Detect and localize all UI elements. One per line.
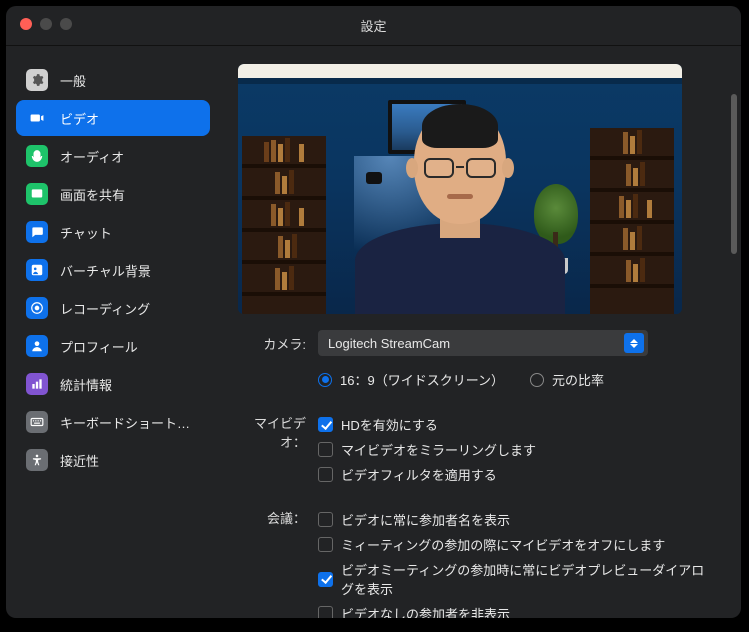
aspect-ratio-group: 16：9（ワイドスクリーン） 元の比率 — [318, 364, 717, 395]
aspect-ratio-option-1[interactable]: 元の比率 — [530, 370, 604, 389]
traffic-lights — [20, 18, 72, 30]
video-icon — [26, 107, 48, 129]
stats-icon — [26, 373, 48, 395]
checkbox-label: マイビデオをミラーリングします — [341, 440, 536, 459]
sidebar-item-1[interactable]: ビデオ — [16, 100, 210, 136]
meeting-options-option-1[interactable]: ミィーティングの参加の際にマイビデオをオフにします — [318, 535, 717, 554]
camera-select-value: Logitech StreamCam — [328, 336, 450, 351]
scrollbar-thumb[interactable] — [731, 94, 737, 254]
checkbox-label: ミィーティングの参加の際にマイビデオをオフにします — [341, 535, 665, 554]
meeting-label: 会議： — [238, 504, 318, 527]
sidebar-item-label: 一般 — [60, 71, 86, 90]
content-panel: カメラ: Logitech StreamCam 16：9（ワイドスクリーン） 元の… — [220, 46, 741, 618]
window-title: 設定 — [360, 16, 386, 35]
sidebar-item-10[interactable]: 接近性 — [16, 442, 210, 478]
titlebar: 設定 — [6, 6, 741, 46]
sidebar-item-4[interactable]: チャット — [16, 214, 210, 250]
checkbox-icon — [318, 512, 333, 527]
maximize-button[interactable] — [60, 18, 72, 30]
sidebar-item-label: ビデオ — [60, 109, 99, 128]
sidebar-item-label: 統計情報 — [60, 375, 112, 394]
camera-row: カメラ: Logitech StreamCam 16：9（ワイドスクリーン） 元の… — [238, 330, 717, 401]
meeting-options-option-2[interactable]: ビデオミーティングの参加時に常にビデオプレビューダイアログを表示 — [318, 560, 717, 598]
checkbox-icon — [318, 572, 333, 587]
meeting-row: 会議： ビデオに常に参加者名を表示ミィーティングの参加の際にマイビデオをオフにし… — [238, 504, 717, 618]
sidebar-item-8[interactable]: 統計情報 — [16, 366, 210, 402]
radio-label: 16：9（ワイドスクリーン） — [340, 370, 504, 389]
sidebar-item-label: 接近性 — [60, 451, 99, 470]
close-button[interactable] — [20, 18, 32, 30]
profile-icon — [26, 335, 48, 357]
sidebar-item-2[interactable]: オーディオ — [16, 138, 210, 174]
sidebar-item-7[interactable]: プロフィール — [16, 328, 210, 364]
sidebar-item-label: バーチャル背景 — [60, 261, 151, 280]
sidebar-item-label: プロフィール — [60, 337, 138, 356]
sidebar-item-6[interactable]: レコーディング — [16, 290, 210, 326]
updown-icon — [624, 333, 644, 353]
sidebar-item-label: 画面を共有 — [60, 185, 125, 204]
camera-label: カメラ: — [238, 330, 318, 353]
sidebar-item-label: チャット — [60, 223, 112, 242]
checkbox-label: ビデオに常に参加者名を表示 — [341, 510, 510, 529]
my-video-label: マイビデオ： — [238, 409, 318, 451]
my_video-options-option-2[interactable]: ビデオフィルタを適用する — [318, 465, 717, 484]
checkbox-icon — [318, 606, 333, 618]
sidebar: 一般ビデオオーディオ画面を共有チャットバーチャル背景レコーディングプロフィール統… — [6, 46, 220, 618]
radio-icon — [318, 373, 332, 387]
radio-label: 元の比率 — [552, 370, 604, 389]
my_video-options-option-0[interactable]: HDを有効にする — [318, 415, 717, 434]
meeting-options-option-3[interactable]: ビデオなしの参加者を非表示 — [318, 604, 717, 618]
chat-icon — [26, 221, 48, 243]
gear-icon — [26, 69, 48, 91]
video-preview — [238, 64, 682, 314]
audio-icon — [26, 145, 48, 167]
sidebar-item-0[interactable]: 一般 — [16, 62, 210, 98]
settings-window: 設定 一般ビデオオーディオ画面を共有チャットバーチャル背景レコーディングプロフィ… — [6, 6, 741, 618]
sidebar-item-label: キーボードショートカ… — [60, 413, 200, 432]
sidebar-item-label: オーディオ — [60, 147, 124, 166]
aspect-ratio-option-0[interactable]: 16：9（ワイドスクリーン） — [318, 370, 504, 389]
access-icon — [26, 449, 48, 471]
checkbox-label: ビデオなしの参加者を非表示 — [341, 604, 510, 618]
my_video-options-option-1[interactable]: マイビデオをミラーリングします — [318, 440, 717, 459]
share-icon — [26, 183, 48, 205]
sidebar-item-9[interactable]: キーボードショートカ… — [16, 404, 210, 440]
my-video-row: マイビデオ： HDを有効にするマイビデオをミラーリングしますビデオフィルタを適用… — [238, 409, 717, 490]
record-icon — [26, 297, 48, 319]
checkbox-icon — [318, 417, 333, 432]
sidebar-item-3[interactable]: 画面を共有 — [16, 176, 210, 212]
minimize-button[interactable] — [40, 18, 52, 30]
sidebar-item-label: レコーディング — [60, 299, 150, 318]
checkbox-icon — [318, 442, 333, 457]
keyboard-icon — [26, 411, 48, 433]
checkbox-label: ビデオミーティングの参加時に常にビデオプレビューダイアログを表示 — [341, 560, 717, 598]
bg-icon — [26, 259, 48, 281]
checkbox-label: HDを有効にする — [341, 415, 438, 434]
checkbox-icon — [318, 537, 333, 552]
meeting-options-option-0[interactable]: ビデオに常に参加者名を表示 — [318, 510, 717, 529]
scrollbar[interactable] — [731, 94, 737, 514]
camera-select[interactable]: Logitech StreamCam — [318, 330, 648, 356]
sidebar-item-5[interactable]: バーチャル背景 — [16, 252, 210, 288]
radio-icon — [530, 373, 544, 387]
checkbox-icon — [318, 467, 333, 482]
checkbox-label: ビデオフィルタを適用する — [341, 465, 497, 484]
